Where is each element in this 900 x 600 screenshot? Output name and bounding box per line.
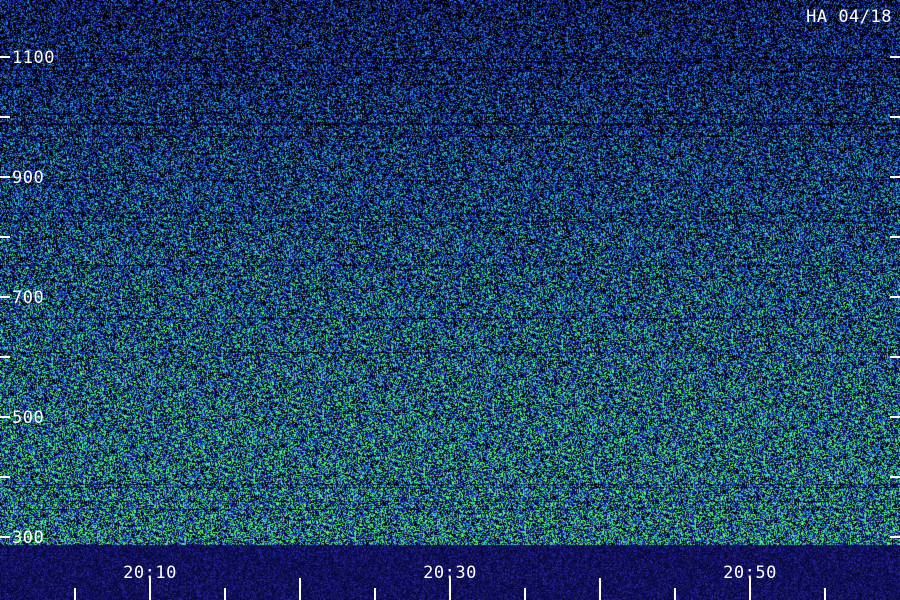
x-axis-ticks: 20:10 20:30 20:50 (74, 563, 826, 600)
y-tick-label: 900 (12, 168, 44, 188)
y-tick-label: 1100 (12, 48, 55, 68)
chart-overlay: 300 500 700 900 1100 20:10 20:30 20:50 HA 04/1… (0, 7, 900, 600)
x-tick-label: 20:50 (723, 563, 777, 583)
y-tick-label: 500 (12, 408, 44, 428)
chart-title: HA 04/18 (806, 7, 892, 27)
y-tick-label: 300 (12, 528, 44, 548)
x-tick-label: 20:10 (123, 563, 177, 583)
y-axis-ticks: 300 500 700 900 1100 (0, 48, 900, 548)
y-tick-label: 700 (12, 288, 44, 308)
x-tick-label: 20:30 (423, 563, 477, 583)
